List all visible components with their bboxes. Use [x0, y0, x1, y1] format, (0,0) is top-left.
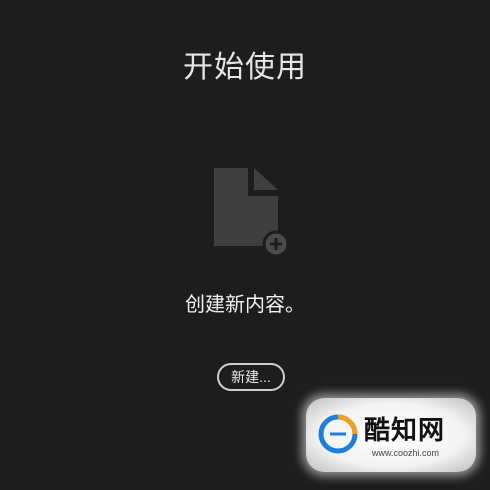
- empty-state-message: 创建新内容。: [185, 292, 305, 316]
- new-document-icon: [214, 168, 290, 258]
- watermark-url: www.coozhi.com: [372, 448, 440, 458]
- coozhi-logo-icon: [318, 414, 358, 454]
- start-screen: 开始使用 创建新内容。 新建... 酷知网 www.coozhi.com: [0, 0, 490, 490]
- new-button[interactable]: 新建...: [217, 363, 285, 391]
- watermark: 酷知网 www.coozhi.com: [306, 398, 476, 472]
- watermark-brand: 酷知网: [364, 416, 446, 446]
- page-title: 开始使用: [183, 50, 307, 85]
